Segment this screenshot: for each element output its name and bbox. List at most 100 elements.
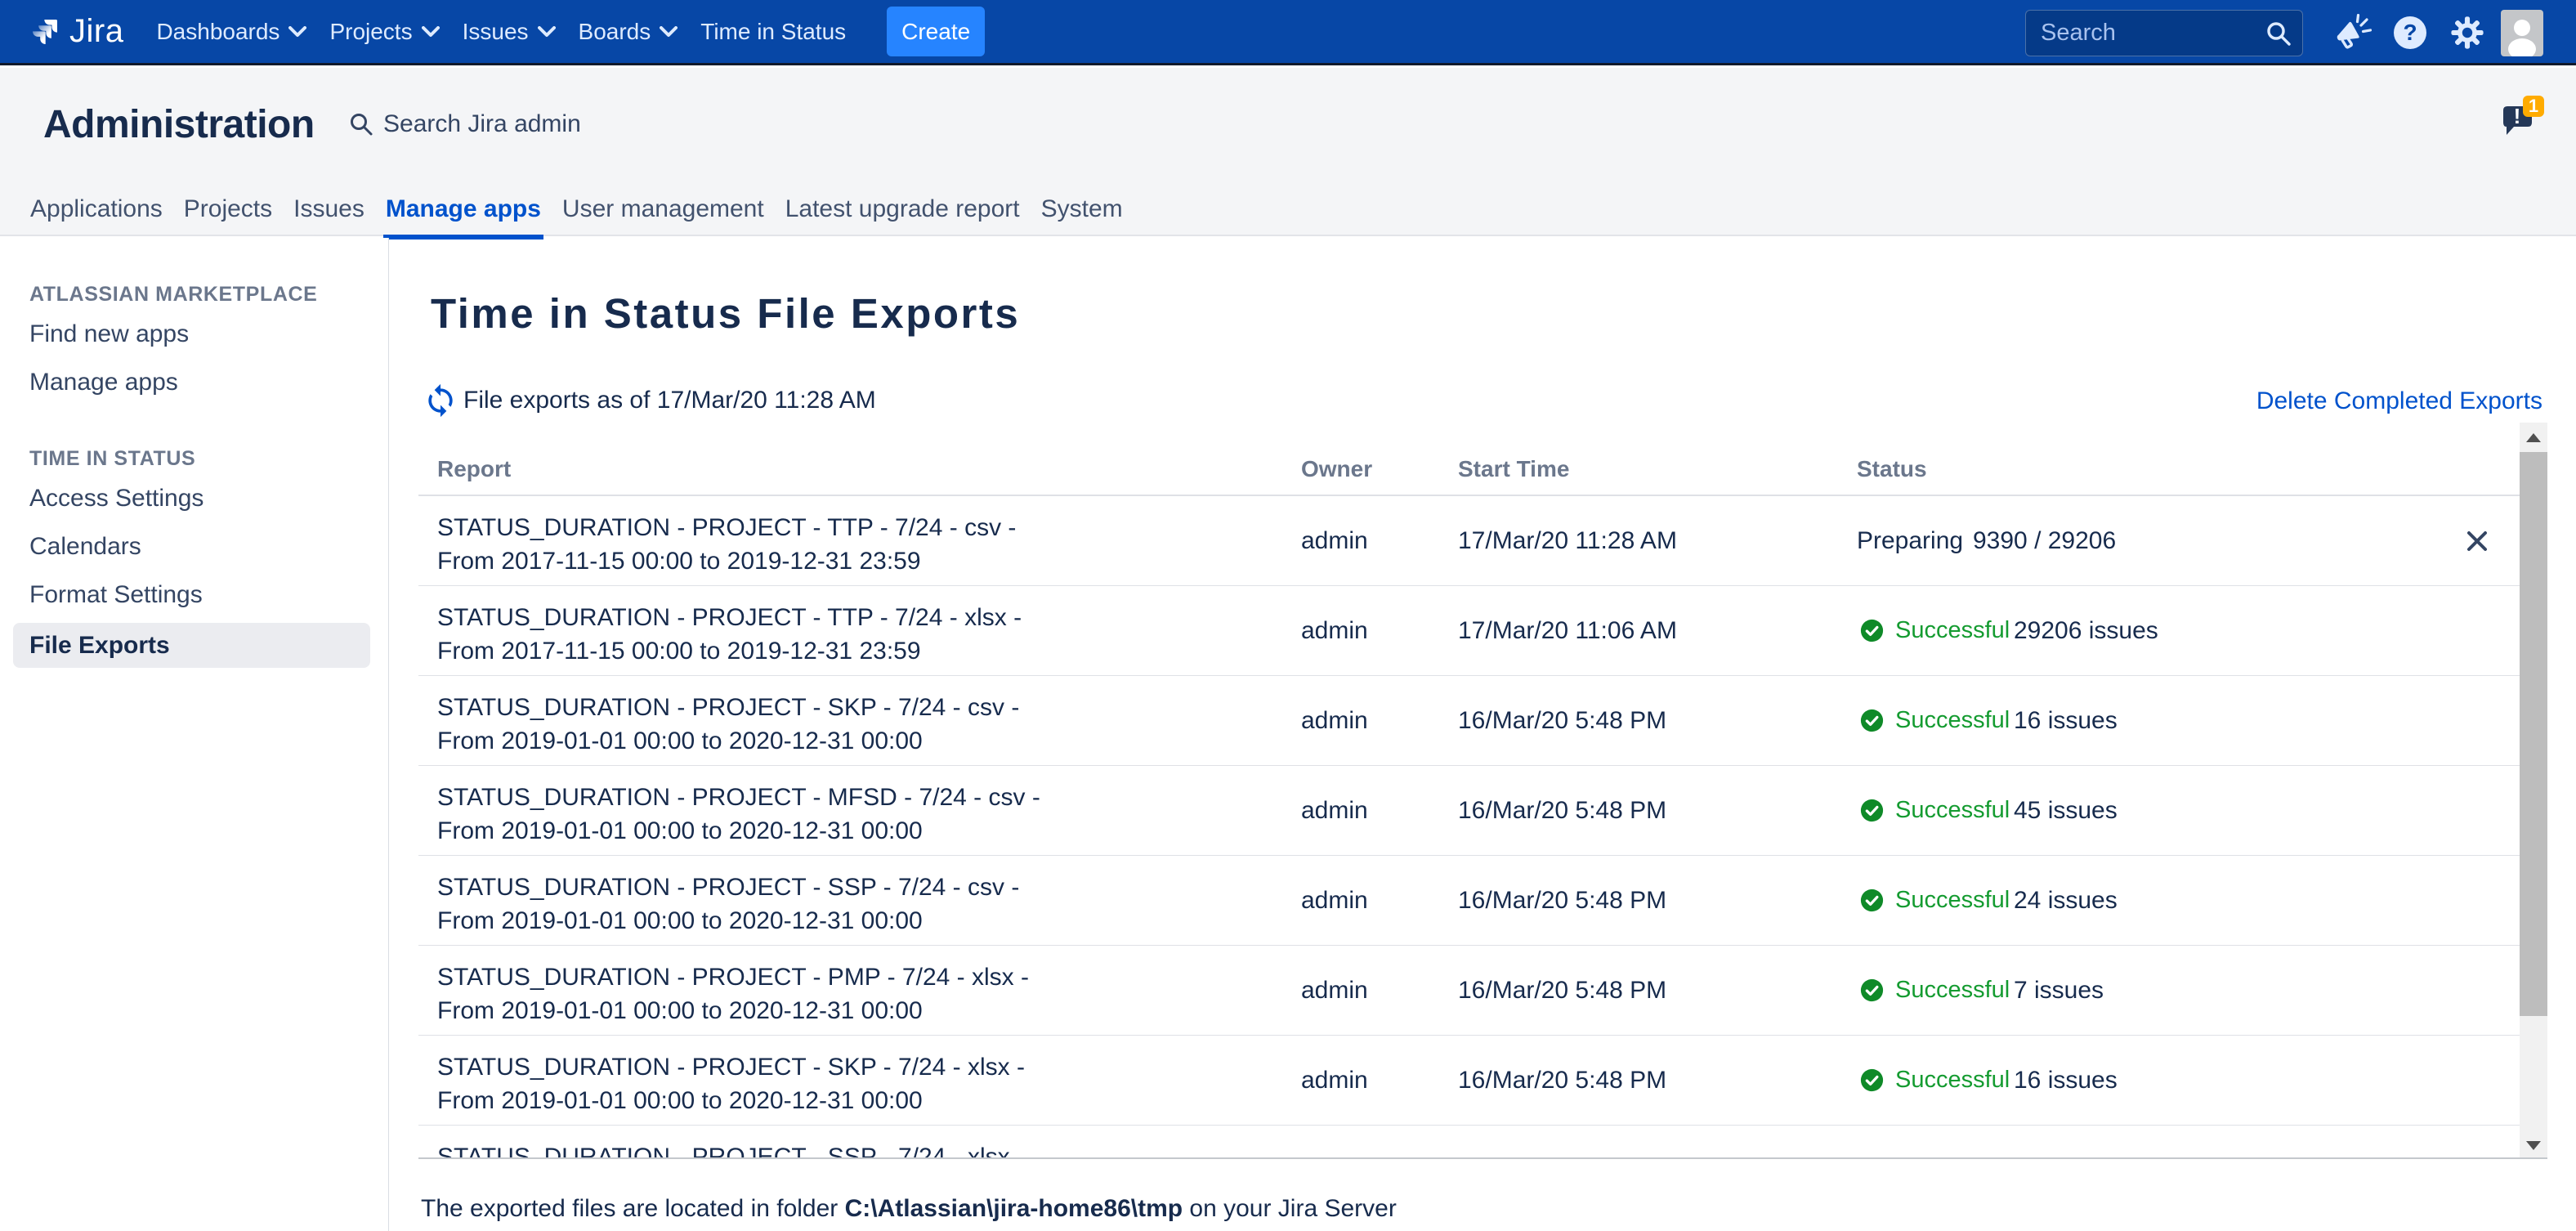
success-check-icon bbox=[1860, 619, 1884, 642]
status-label: Successful bbox=[1895, 707, 2014, 734]
report-name: STATUS_DURATION - PROJECT - MFSD - 7/24 … bbox=[437, 781, 1271, 814]
tab-projects[interactable]: Projects bbox=[184, 195, 272, 223]
nav-item-issues[interactable]: Issues bbox=[463, 19, 556, 45]
admin-search-label: Search Jira admin bbox=[383, 110, 581, 138]
feedback-megaphone-icon[interactable] bbox=[2324, 0, 2381, 65]
tab-user-management[interactable]: User management bbox=[562, 195, 764, 223]
table-row[interactable]: STATUS_DURATION - PROJECT - SKP - 7/24 -… bbox=[418, 676, 2520, 766]
nav-search-input[interactable] bbox=[2026, 20, 2238, 47]
tab-applications[interactable]: Applications bbox=[30, 195, 163, 223]
sidebar: ATLASSIAN MARKETPLACEFind new appsManage… bbox=[0, 238, 389, 1231]
sidebar-item-calendars[interactable]: Calendars bbox=[0, 522, 388, 571]
nav-item-label: Time in Status bbox=[700, 19, 846, 45]
nav-item-dashboards[interactable]: Dashboards bbox=[156, 19, 306, 45]
start-time-cell: 16/Mar/20 5:48 PM bbox=[1458, 946, 1666, 1035]
status-cell: Successful29206 issues bbox=[1857, 586, 2158, 675]
nav-item-label: Dashboards bbox=[156, 19, 280, 45]
exports-table-container: Report Owner Start Time Status STATUS_DURAT… bbox=[418, 423, 2547, 1159]
gear-icon[interactable] bbox=[2439, 0, 2496, 65]
status-label: Successful bbox=[1895, 617, 2014, 644]
start-time-cell: 16/Mar/20 5:48 PM bbox=[1458, 856, 1666, 945]
speech-bubble-icon: ! 1 bbox=[2501, 95, 2547, 144]
report-range: From 2019-01-01 00:00 to 2020-12-31 00:0… bbox=[437, 814, 1271, 848]
table-row[interactable]: STATUS_DURATION - PROJECT - MFSD - 7/24 … bbox=[418, 766, 2520, 856]
sidebar-item-access-settings[interactable]: Access Settings bbox=[0, 474, 388, 522]
column-header-owner[interactable]: Owner bbox=[1301, 445, 1372, 493]
status-detail: 16 issues bbox=[2014, 1067, 2118, 1094]
start-time-cell: 16/Mar/20 5:48 PM bbox=[1458, 1036, 1666, 1125]
search-icon[interactable] bbox=[2265, 20, 2292, 51]
status-cell: Successful7 issues bbox=[1857, 946, 2104, 1035]
nav-item-label: Projects bbox=[329, 19, 412, 45]
close-icon bbox=[2466, 530, 2489, 553]
sidebar-item-file-exports[interactable]: File Exports bbox=[13, 623, 370, 668]
table-row[interactable]: STATUS_DURATION - PROJECT - TTP - 7/24 -… bbox=[418, 496, 2520, 586]
refresh-icon[interactable] bbox=[423, 383, 458, 419]
status-detail: 24 issues bbox=[2014, 887, 2118, 915]
success-check-icon bbox=[1860, 889, 1884, 912]
nav-item-time-in-status[interactable]: Time in Status bbox=[700, 19, 846, 45]
tab-label: User management bbox=[562, 195, 764, 222]
status-detail: 16 issues bbox=[2014, 707, 2118, 735]
report-cell: STATUS_DURATION - PROJECT - SKP - 7/24 -… bbox=[437, 1050, 1271, 1117]
tab-system[interactable]: System bbox=[1041, 195, 1123, 223]
nav-search-box bbox=[2025, 10, 2303, 56]
nav-item-label: Issues bbox=[463, 19, 529, 45]
report-name: STATUS_DURATION - PROJECT - SSP - 7/24 -… bbox=[437, 871, 1271, 904]
success-check-icon bbox=[1860, 709, 1884, 732]
footer-note-suffix: on your Jira Server bbox=[1183, 1195, 1397, 1222]
jira-logo[interactable]: Jira bbox=[29, 13, 123, 50]
top-navbar: Jira Dashboards Projects Issues Boards Time … bbox=[0, 0, 2576, 65]
start-time-cell: 16/Mar/20 5:48 PM bbox=[1458, 766, 1666, 855]
cancel-export-button[interactable] bbox=[2466, 530, 2489, 553]
tab-issues[interactable]: Issues bbox=[293, 195, 364, 223]
nav-item-boards[interactable]: Boards bbox=[579, 19, 678, 45]
tab-label: Issues bbox=[293, 195, 364, 222]
table-row[interactable]: STATUS_DURATION - PROJECT - SSP - 7/24 -… bbox=[418, 1126, 2520, 1159]
active-tab-underline bbox=[383, 235, 543, 239]
status-detail: 9390 / 29206 bbox=[1973, 527, 2116, 555]
nav-item-projects[interactable]: Projects bbox=[329, 19, 439, 45]
report-range: From 2019-01-01 00:00 to 2020-12-31 00:0… bbox=[437, 1084, 1271, 1117]
create-button[interactable]: Create bbox=[887, 7, 985, 56]
scrollbar-up-button[interactable] bbox=[2520, 423, 2547, 452]
status-label: Successful bbox=[1895, 977, 2014, 1004]
status-detail: 7 issues bbox=[2014, 977, 2104, 1005]
status-cell: Preparing9390 / 29206 bbox=[1857, 496, 2116, 585]
scrollbar-thumb[interactable] bbox=[2520, 452, 2547, 1016]
delete-completed-exports-link[interactable]: Delete Completed Exports bbox=[2256, 387, 2542, 415]
column-header-report[interactable]: Report bbox=[437, 445, 511, 493]
report-cell: STATUS_DURATION - PROJECT - PMP - 7/24 -… bbox=[437, 960, 1271, 1027]
jira-logo-icon bbox=[29, 14, 61, 50]
report-range: From 2017-11-15 00:00 to 2019-12-31 23:5… bbox=[437, 544, 1271, 578]
table-row[interactable]: STATUS_DURATION - PROJECT - SSP - 7/24 -… bbox=[418, 856, 2520, 946]
start-time-cell: 17/Mar/20 11:06 AM bbox=[1458, 586, 1677, 675]
user-avatar[interactable] bbox=[2501, 10, 2543, 56]
table-row[interactable]: STATUS_DURATION - PROJECT - SKP - 7/24 -… bbox=[418, 1036, 2520, 1126]
content-title: Time in Status File Exports bbox=[431, 289, 1020, 338]
sidebar-item-manage-apps[interactable]: Manage apps bbox=[0, 358, 388, 406]
report-range: From 2019-01-01 00:00 to 2020-12-31 00:0… bbox=[437, 904, 1271, 938]
svg-text:?: ? bbox=[2403, 20, 2417, 45]
tab-latest-upgrade-report[interactable]: Latest upgrade report bbox=[785, 195, 1020, 223]
footer-note-path: C:\Atlassian\jira-home86\tmp bbox=[845, 1195, 1183, 1222]
table-row[interactable]: STATUS_DURATION - PROJECT - TTP - 7/24 -… bbox=[418, 586, 2520, 676]
help-icon[interactable]: ? bbox=[2381, 0, 2439, 65]
page: Jira Dashboards Projects Issues Boards Time … bbox=[0, 0, 2576, 1231]
notification-icon[interactable]: ! 1 bbox=[2501, 95, 2547, 144]
column-header-start-time[interactable]: Start Time bbox=[1458, 445, 1569, 493]
tab-manage-apps[interactable]: Manage apps bbox=[386, 195, 541, 223]
sidebar-item-format-settings[interactable]: Format Settings bbox=[0, 571, 388, 619]
column-header-status[interactable]: Status bbox=[1857, 445, 1927, 493]
success-check-icon bbox=[1860, 799, 1884, 822]
nav-item-label: Boards bbox=[579, 19, 651, 45]
scrollbar-down-button[interactable] bbox=[2520, 1131, 2547, 1159]
sidebar-item-find-new-apps[interactable]: Find new apps bbox=[0, 310, 388, 358]
chevron-down-icon bbox=[288, 26, 306, 38]
report-cell: STATUS_DURATION - PROJECT - MFSD - 7/24 … bbox=[437, 781, 1271, 848]
admin-search[interactable]: Search Jira admin bbox=[348, 99, 581, 150]
status-label: Successful bbox=[1895, 887, 2014, 914]
scroll-down-arrow-icon bbox=[2526, 1141, 2541, 1150]
status-detail: 45 issues bbox=[2014, 797, 2118, 825]
table-row[interactable]: STATUS_DURATION - PROJECT - PMP - 7/24 -… bbox=[418, 946, 2520, 1036]
